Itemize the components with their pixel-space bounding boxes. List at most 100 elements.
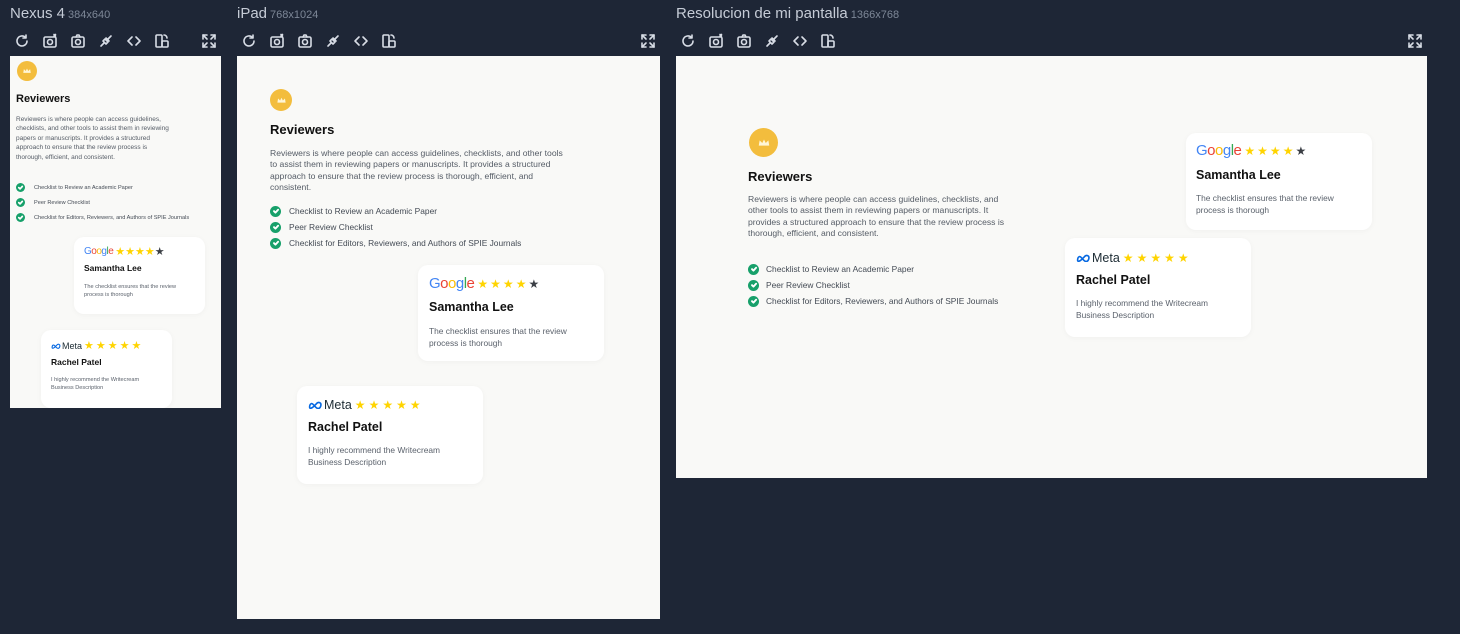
star-icon: ★ [1164, 251, 1178, 265]
device-size: 768x1024 [270, 9, 319, 21]
checklist-item: Peer Review Checklist [16, 195, 189, 210]
page-title: Reviewers [270, 122, 335, 137]
reviewer-name: Samantha Lee [1196, 168, 1281, 182]
device-name: Nexus 4 [10, 5, 66, 22]
disconnect-icon[interactable] [324, 32, 342, 50]
reviewer-name: Rachel Patel [1076, 273, 1151, 287]
code-icon[interactable] [791, 32, 809, 50]
device-toolbar [10, 32, 221, 50]
star-icon: ★ [490, 276, 503, 291]
screenshot-icon[interactable] [735, 32, 753, 50]
star-icon: ★ [409, 398, 424, 412]
device-size: 384x640 [68, 9, 111, 21]
page-description: Reviewers is where people can access gui… [16, 116, 169, 161]
star-rating: ★ ★ ★ ★ ★ [84, 340, 143, 351]
device-name: iPad [237, 5, 268, 22]
star-icon: ★ [125, 245, 136, 258]
checklist-item-label: Checklist for Editors, Reviewers, and Au… [766, 296, 999, 306]
star-icon: ★ [528, 276, 542, 291]
crown-icon [270, 89, 292, 111]
card-header: Meta ★ ★ ★ ★ ★ [1076, 251, 1240, 265]
code-icon[interactable] [352, 32, 370, 50]
google-logo: Google [429, 275, 475, 292]
fullscreen-icon[interactable] [200, 32, 218, 50]
refresh-icon[interactable] [240, 32, 258, 50]
star-icon: ★ [115, 245, 126, 258]
card-header: Meta ★ ★ ★ ★ ★ [308, 398, 472, 412]
checklist-item-label: Peer Review Checklist [34, 199, 90, 206]
star-icon: ★ [135, 245, 145, 258]
review-card-google: Google ★ ★ ★ ★ ★ Samantha Lee The checklist … [74, 237, 205, 314]
review-text: I highly recommend the Writecream Busine… [51, 377, 140, 391]
check-icon [16, 183, 25, 192]
review-card-google: Google ★ ★ ★ ★ ★ Samantha Lee The checklist … [418, 265, 604, 361]
checklist-item: Checklist for Editors, Reviewers, and Au… [748, 293, 998, 309]
camera-settings-icon[interactable] [707, 32, 725, 50]
review-card-meta: Meta ★ ★ ★ ★ ★ Rachel Patel I highly recomme… [297, 386, 483, 484]
fullscreen-icon[interactable] [1406, 32, 1424, 50]
rotate-device-icon[interactable] [819, 32, 837, 50]
star-icon: ★ [354, 398, 369, 412]
star-icon: ★ [107, 339, 120, 352]
review-text: The checklist ensures that the review pr… [1196, 193, 1334, 215]
check-icon [748, 279, 759, 291]
star-icon: ★ [1136, 251, 1151, 265]
star-icon: ★ [396, 398, 410, 412]
crown-icon [17, 61, 37, 81]
star-icon: ★ [502, 276, 516, 291]
star-icon: ★ [477, 276, 491, 291]
star-rating: ★ ★ ★ ★ ★ [115, 246, 164, 257]
star-rating: ★ ★ ★ ★ ★ [477, 278, 541, 290]
meta-logo: Meta [308, 398, 352, 412]
google-logo: Google [84, 246, 114, 257]
disconnect-icon[interactable] [763, 32, 781, 50]
refresh-icon[interactable] [679, 32, 697, 50]
checklist-item: Checklist for Editors, Reviewers, and Au… [16, 210, 189, 225]
star-icon: ★ [368, 398, 383, 412]
crown-icon [749, 128, 778, 157]
refresh-icon[interactable] [13, 32, 31, 50]
rotate-device-icon[interactable] [153, 32, 171, 50]
checklist-item-label: Checklist to Review an Academic Paper [289, 206, 438, 216]
review-text: The checklist ensures that the review pr… [84, 284, 177, 298]
check-icon [748, 263, 759, 275]
screenshot-icon[interactable] [69, 32, 87, 50]
checklist-item: Checklist for Editors, Reviewers, and Au… [270, 235, 521, 251]
star-icon: ★ [1257, 143, 1270, 158]
checklist-item-label: Peer Review Checklist [289, 222, 373, 232]
star-icon: ★ [1150, 251, 1165, 265]
disconnect-icon[interactable] [97, 32, 115, 50]
star-rating: ★ ★ ★ ★ ★ [1244, 145, 1308, 157]
star-icon: ★ [119, 339, 132, 352]
checklist-item-label: Checklist for Editors, Reviewers, and Au… [34, 214, 190, 221]
camera-settings-icon[interactable] [41, 32, 59, 50]
checklist-item-label: Checklist for Editors, Reviewers, and Au… [289, 238, 522, 248]
reviewer-name: Rachel Patel [51, 357, 102, 367]
fullscreen-icon[interactable] [639, 32, 657, 50]
device-name: Resolucion de mi pantalla [676, 5, 848, 22]
star-icon: ★ [95, 339, 108, 352]
code-icon[interactable] [125, 32, 143, 50]
rotate-device-icon[interactable] [380, 32, 398, 50]
check-icon [270, 205, 281, 217]
camera-settings-icon[interactable] [268, 32, 286, 50]
page-title: Reviewers [748, 169, 813, 184]
checklist: Checklist to Review an Academic Paper Pe… [16, 180, 189, 225]
checklist-item: Checklist to Review an Academic Paper [270, 203, 521, 219]
device-frame: Reviewers Reviewers is where people can … [10, 56, 221, 408]
meta-logo: Meta [51, 341, 82, 351]
device-title: Nexus 4 384x640 [10, 5, 110, 22]
card-header: Google ★ ★ ★ ★ ★ [429, 275, 593, 292]
device-toolbar [237, 32, 660, 50]
star-icon: ★ [131, 339, 144, 352]
page-description: Reviewers is where people can access gui… [748, 194, 1005, 239]
star-icon: ★ [84, 339, 96, 352]
review-text: The checklist ensures that the review pr… [429, 326, 567, 348]
star-icon: ★ [1295, 143, 1309, 158]
card-header: Google ★ ★ ★ ★ ★ [1196, 142, 1362, 159]
checklist-item-label: Peer Review Checklist [766, 280, 850, 290]
check-icon [270, 221, 281, 233]
star-icon: ★ [144, 245, 155, 258]
screenshot-icon[interactable] [296, 32, 314, 50]
star-icon: ★ [1177, 251, 1192, 265]
